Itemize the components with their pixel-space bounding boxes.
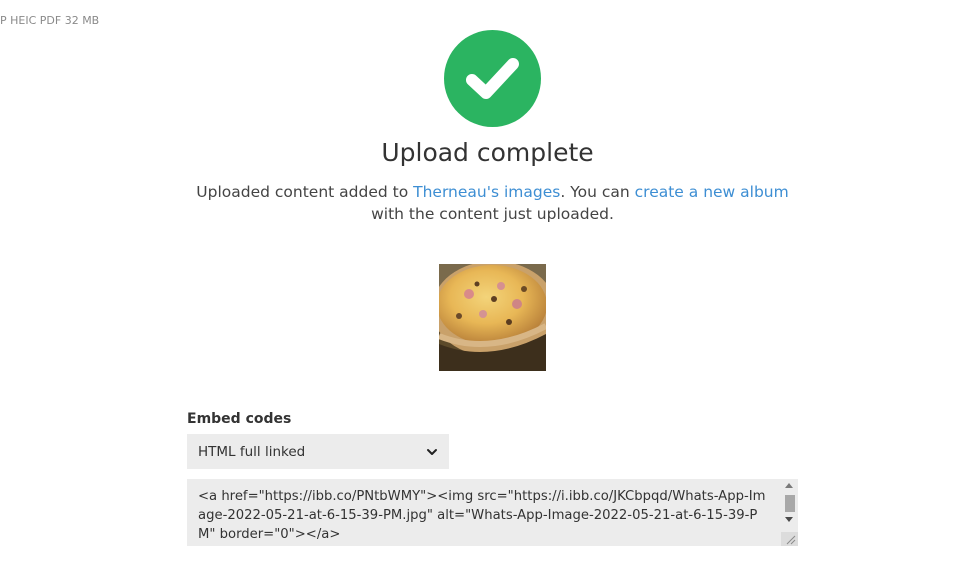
page-title: Upload complete	[381, 138, 594, 167]
embed-code-type-select[interactable]: HTML full linked	[187, 434, 449, 469]
album-link[interactable]: Therneau's images	[413, 183, 560, 201]
check-icon	[444, 30, 541, 127]
embed-code-text: <a href="https://ibb.co/PNtbWMY"><img sr…	[198, 489, 766, 542]
resize-grip-icon[interactable]	[781, 532, 798, 546]
chevron-down-icon	[427, 448, 437, 455]
embed-code-textarea[interactable]: <a href="https://ibb.co/PNtbWMY"><img sr…	[187, 479, 798, 546]
message-middle: . You can	[560, 183, 635, 201]
embed-codes-label: Embed codes	[187, 411, 292, 427]
upload-message: Uploaded content added to Therneau's ima…	[187, 181, 798, 225]
format-size-hint: P HEIC PDF 32 MB	[0, 14, 100, 27]
uploaded-image-thumbnail[interactable]	[439, 264, 546, 371]
message-prefix: Uploaded content added to	[196, 183, 414, 201]
scroll-thumb[interactable]	[785, 495, 795, 512]
message-suffix: with the content just uploaded.	[371, 205, 614, 223]
embed-code-scrollbar[interactable]	[781, 479, 798, 546]
scroll-down-arrow-icon[interactable]	[785, 517, 793, 522]
embed-select-value: HTML full linked	[198, 443, 306, 460]
upload-complete-page: P HEIC PDF 32 MB Upload complete Uploade…	[0, 0, 975, 562]
scroll-up-arrow-icon[interactable]	[785, 483, 793, 488]
create-album-link[interactable]: create a new album	[635, 183, 789, 201]
